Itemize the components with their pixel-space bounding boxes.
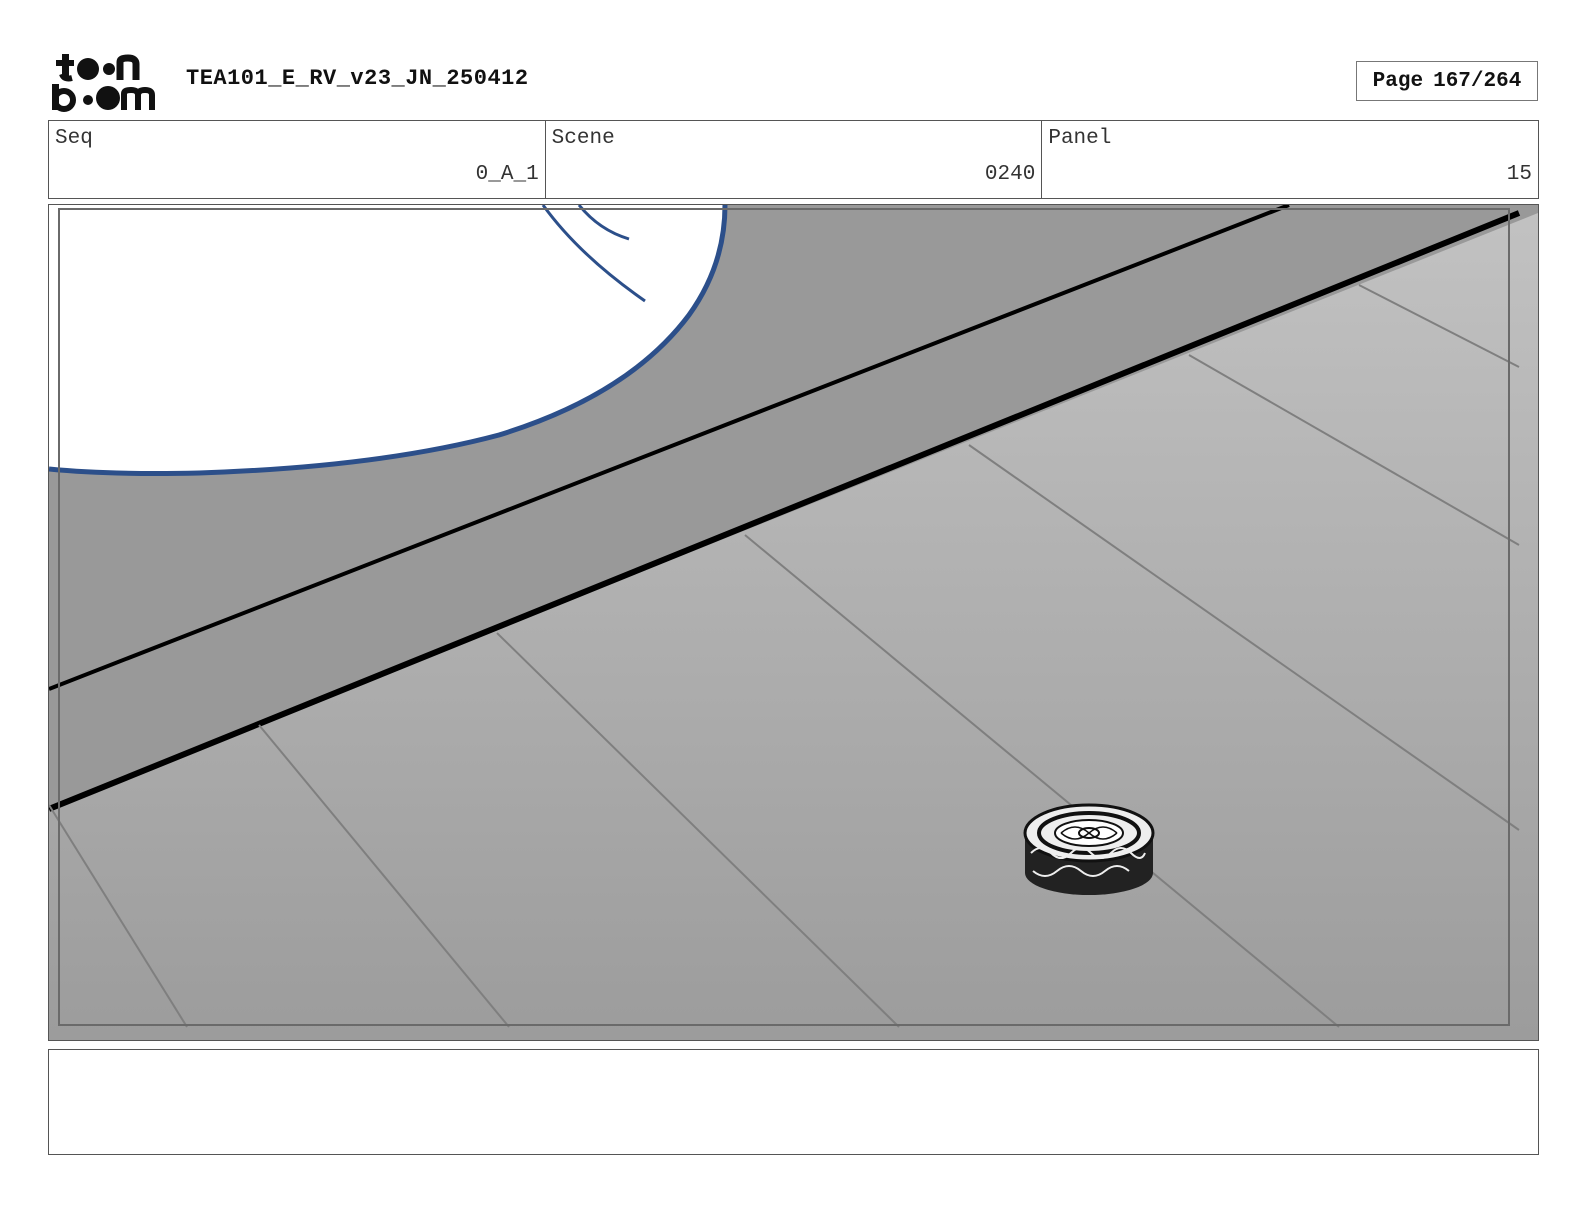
scene-cell: Scene 0240 <box>546 121 1043 198</box>
page-indicator: Page 167/264 <box>1356 61 1538 101</box>
shot-info-row: Seq 0_A_1 Scene 0240 Panel 15 <box>48 120 1539 199</box>
scene-value: 0240 <box>984 163 1036 186</box>
storyboard-panel <box>48 204 1539 1041</box>
panel-label: Panel <box>1048 127 1112 150</box>
document-title: TEA101_E_RV_v23_JN_250412 <box>186 66 529 91</box>
storyboard-drawing <box>49 205 1538 1040</box>
decorative-box-drawing <box>1023 803 1155 895</box>
page-label: Page <box>1372 69 1424 93</box>
notes-box <box>48 1049 1539 1155</box>
panel-cell: Panel 15 <box>1042 121 1538 198</box>
seq-label: Seq <box>55 127 93 150</box>
panel-value: 15 <box>1506 163 1533 186</box>
page-number: 167/264 <box>1433 69 1522 93</box>
seq-value: 0_A_1 <box>475 163 539 186</box>
seq-cell: Seq 0_A_1 <box>49 121 546 198</box>
scene-label: Scene <box>551 127 615 150</box>
toonboom-logo <box>52 52 164 112</box>
